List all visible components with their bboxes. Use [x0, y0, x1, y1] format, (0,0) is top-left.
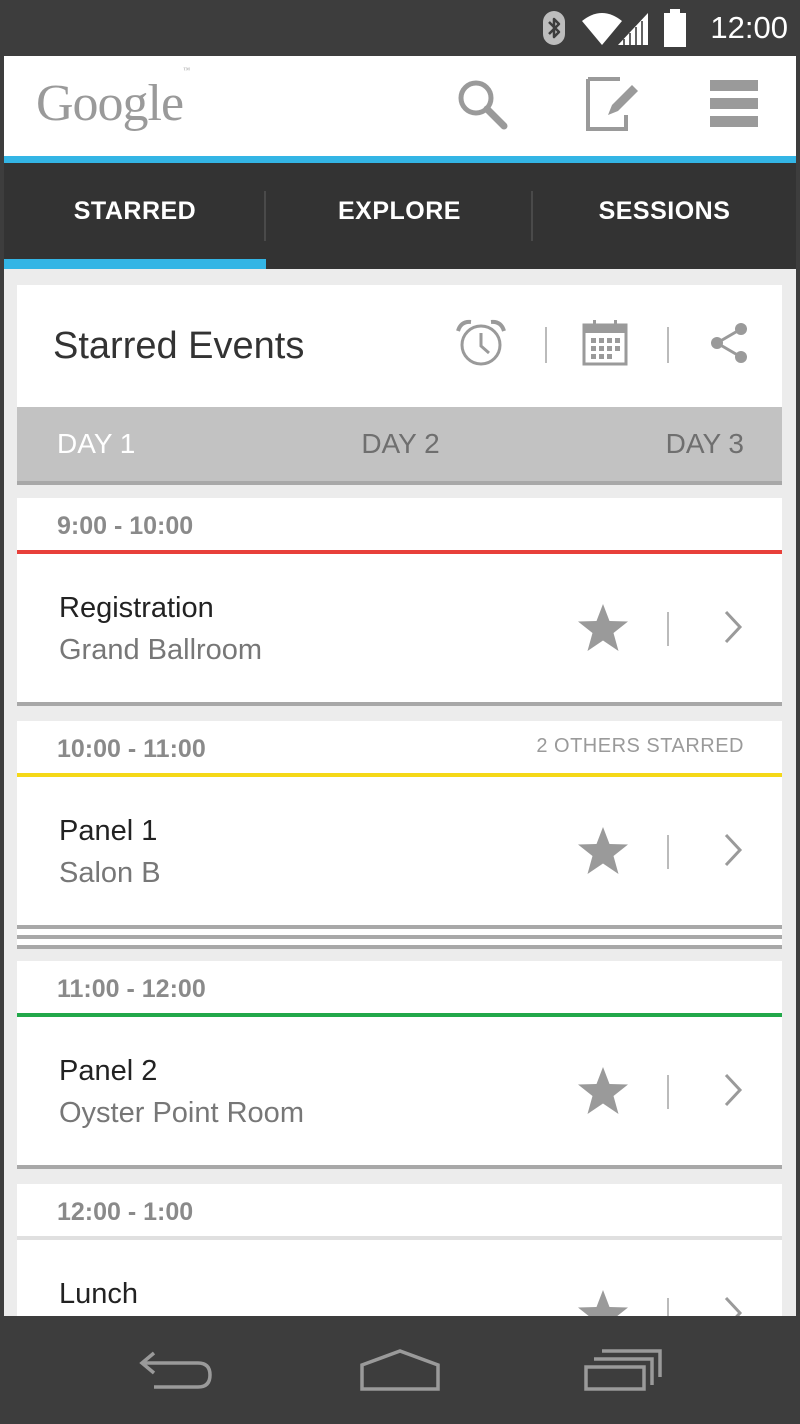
event-card[interactable]: 9:00 - 10:00 Registration Grand Ballroom	[17, 498, 782, 706]
calendar-icon	[582, 319, 628, 371]
tab-sessions[interactable]: SESSIONS	[533, 163, 796, 269]
bluetooth-icon	[542, 10, 566, 46]
header-divider	[667, 327, 669, 363]
event-time-row: 11:00 - 12:00	[17, 961, 782, 1013]
menu-icon	[710, 78, 758, 135]
day-tab-1[interactable]: DAY 1	[57, 428, 135, 460]
event-room: Grand Ballroom	[59, 634, 263, 666]
chevron-right-icon	[723, 1073, 743, 1112]
recents-button[interactable]	[574, 1344, 674, 1400]
day-tabs: DAY 1 DAY 2 DAY 3	[17, 407, 782, 485]
tab-label: EXPLORE	[338, 196, 461, 225]
event-body: Lunch	[17, 1240, 782, 1316]
star-button[interactable]	[573, 1288, 633, 1316]
day-tab-2[interactable]: DAY 2	[361, 428, 439, 460]
event-name: Registration	[59, 592, 214, 624]
app-bar-accent	[4, 156, 796, 163]
calendar-button[interactable]	[575, 317, 635, 373]
event-divider	[667, 835, 669, 869]
event-bottom-line	[17, 702, 782, 706]
signal-icon	[616, 11, 650, 45]
star-icon	[577, 1066, 629, 1121]
star-button[interactable]	[573, 825, 633, 881]
tab-starred[interactable]: STARRED	[4, 163, 266, 269]
star-button[interactable]	[573, 602, 633, 658]
tab-explore[interactable]: EXPLORE	[266, 163, 533, 269]
event-divider	[667, 1298, 669, 1316]
event-body: Panel 1 Salon B	[17, 777, 782, 925]
app-bar: Google™	[4, 56, 796, 156]
event-divider	[667, 1075, 669, 1109]
home-icon	[358, 1348, 442, 1396]
battery-icon	[664, 9, 687, 47]
status-bar: 12:00	[0, 0, 800, 56]
day-tab-3[interactable]: DAY 3	[666, 428, 744, 460]
search-icon	[454, 76, 510, 137]
event-name: Panel 1	[59, 815, 158, 847]
content-area: Starred Events DAY 1 DAY 2 DAY 3 9:00 - …	[4, 269, 796, 1316]
logo-text: Google	[36, 75, 184, 132]
status-time: 12:00	[710, 10, 788, 45]
status-icons: 12:00	[542, 8, 788, 48]
star-icon	[577, 826, 629, 881]
menu-button[interactable]	[704, 76, 764, 136]
share-button[interactable]	[699, 317, 759, 373]
event-detail-button[interactable]	[713, 1292, 753, 1316]
event-divider	[667, 612, 669, 646]
tab-indicator	[4, 259, 266, 269]
tab-label: SESSIONS	[598, 196, 731, 225]
main-tabs: STARRED EXPLORE SESSIONS	[4, 163, 796, 269]
chevron-right-icon	[723, 610, 743, 649]
chevron-right-icon	[723, 833, 743, 872]
event-detail-button[interactable]	[713, 1069, 753, 1115]
compose-button[interactable]	[582, 76, 642, 136]
event-room: Salon B	[59, 857, 161, 889]
star-button[interactable]	[573, 1065, 633, 1121]
star-icon	[577, 603, 629, 658]
event-name: Lunch	[59, 1278, 139, 1310]
starred-header-card: Starred Events DAY 1 DAY 2 DAY 3	[17, 285, 782, 485]
google-logo: Google™	[36, 66, 190, 133]
share-icon	[707, 321, 751, 370]
event-card[interactable]: 10:00 - 11:00 2 OTHERS STARRED Panel 1 S…	[17, 721, 782, 949]
back-icon	[138, 1349, 214, 1396]
tab-label: STARRED	[73, 196, 197, 225]
search-button[interactable]	[452, 76, 512, 136]
alarm-button[interactable]	[451, 317, 511, 373]
event-time-row: 10:00 - 11:00 2 OTHERS STARRED	[17, 721, 782, 773]
event-time-row: 12:00 - 1:00	[17, 1184, 782, 1236]
event-detail-button[interactable]	[713, 606, 753, 652]
star-icon	[577, 1289, 629, 1316]
edit-icon	[584, 75, 640, 138]
recents-icon	[584, 1348, 664, 1396]
event-time: 10:00 - 11:00	[57, 735, 206, 763]
event-card[interactable]: 12:00 - 1:00 Lunch	[17, 1184, 782, 1316]
back-button[interactable]	[126, 1344, 226, 1400]
event-name: Panel 2	[59, 1055, 158, 1087]
event-time: 9:00 - 10:00	[57, 512, 194, 540]
stack-line	[17, 945, 782, 949]
event-body: Panel 2 Oyster Point Room	[17, 1017, 782, 1165]
system-nav-bar	[0, 1316, 800, 1424]
event-bottom-line	[17, 1165, 782, 1169]
home-button[interactable]	[350, 1344, 450, 1400]
page-title: Starred Events	[53, 325, 305, 367]
logo-tm: ™	[183, 65, 190, 74]
event-body: Registration Grand Ballroom	[17, 554, 782, 702]
alarm-icon	[455, 319, 507, 372]
event-time: 11:00 - 12:00	[57, 975, 206, 1003]
event-time-row: 9:00 - 10:00	[17, 498, 782, 550]
event-time: 12:00 - 1:00	[57, 1198, 194, 1226]
event-room: Oyster Point Room	[59, 1097, 304, 1129]
others-starred: 2 OTHERS STARRED	[536, 735, 744, 757]
header-divider	[545, 327, 547, 363]
chevron-right-icon	[723, 1296, 743, 1316]
event-card[interactable]: 11:00 - 12:00 Panel 2 Oyster Point Room	[17, 961, 782, 1169]
event-detail-button[interactable]	[713, 829, 753, 875]
